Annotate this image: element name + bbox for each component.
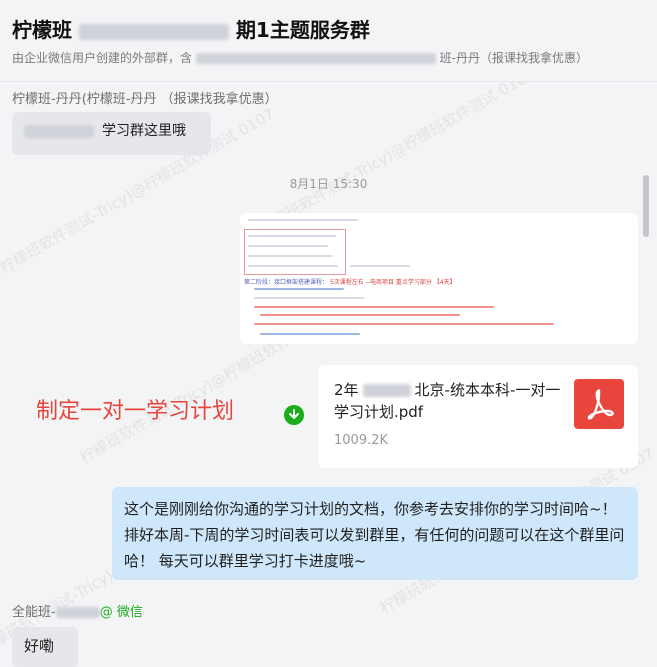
redacted-text	[55, 607, 100, 618]
image-message[interactable]: 第二阶段：接口框架搭建课程： 5次课程左右 --电商项目 重点学习部分 【4天】	[240, 213, 638, 344]
file-message[interactable]: 2年 北京-统本本科-一对一学习计划.pdf 1009.2K	[318, 365, 638, 468]
screenshot-line	[254, 297, 364, 299]
screenshot-line	[248, 219, 358, 221]
screenshot-line	[248, 255, 333, 257]
redacted-text	[24, 124, 94, 138]
watermark: 柠檬班软件测试-Tricy)@柠檬班软件测试 0107	[256, 64, 538, 238]
group-title[interactable]: 柠檬班 期1主题服务群	[12, 14, 370, 43]
screenshot-line	[248, 245, 328, 247]
wechat-tag: @ 微信	[99, 605, 143, 620]
message-text: 好嘞	[24, 637, 55, 655]
chat-header: 柠檬班 期1主题服务群 由企业微信用户创建的外部群，含 班-丹丹（报课找我拿优惠…	[0, 0, 657, 82]
redacted-text	[195, 53, 436, 64]
screenshot-heading: 第二阶段：接口框架搭建课程： 5次课程左右 --电商项目 重点学习部分 【4天】	[244, 279, 456, 286]
redacted-text	[78, 23, 229, 40]
screenshot-line	[248, 265, 338, 267]
pdf-icon	[574, 379, 624, 429]
message-text: 学习群这里哦	[102, 123, 186, 139]
screenshot-line	[248, 235, 336, 237]
message-timestamp: 8月1日 15:30	[289, 177, 368, 191]
screenshot-line	[254, 306, 494, 308]
screenshot-line	[260, 314, 460, 316]
screenshot-line	[350, 265, 410, 267]
download-icon[interactable]	[284, 405, 304, 425]
group-subtitle: 由企业微信用户创建的外部群，含 班-丹丹（报课找我拿优惠）	[12, 51, 589, 65]
message-bubble[interactable]: 好嘞	[12, 627, 78, 667]
file-name: 2年 北京-统本本科-一对一学习计划.pdf	[334, 381, 561, 421]
message-sender[interactable]: 柠檬班-丹丹(柠檬班-丹丹 （报课找我拿优惠）	[12, 88, 278, 107]
redacted-text	[362, 384, 411, 397]
message-text: 这个是刚刚给你沟通的学习计划的文档，你参考去安排你的学习时间哈~！ 排好本周-下…	[124, 500, 625, 570]
message-sender[interactable]: 全能班- @ 微信	[12, 601, 143, 620]
screenshot-line	[260, 333, 360, 335]
screenshot-line	[254, 288, 344, 290]
scrollbar-thumb[interactable]	[643, 175, 649, 237]
header-divider	[0, 81, 657, 82]
message-bubble[interactable]: 这个是刚刚给你沟通的学习计划的文档，你参考去安排你的学习时间哈~！ 排好本周-下…	[112, 487, 638, 580]
annotation-text: 制定一对一学习计划	[36, 399, 235, 424]
message-bubble[interactable]: 学习群这里哦	[12, 112, 211, 155]
screenshot-line	[254, 323, 554, 325]
file-size: 1009.2K	[334, 433, 389, 448]
